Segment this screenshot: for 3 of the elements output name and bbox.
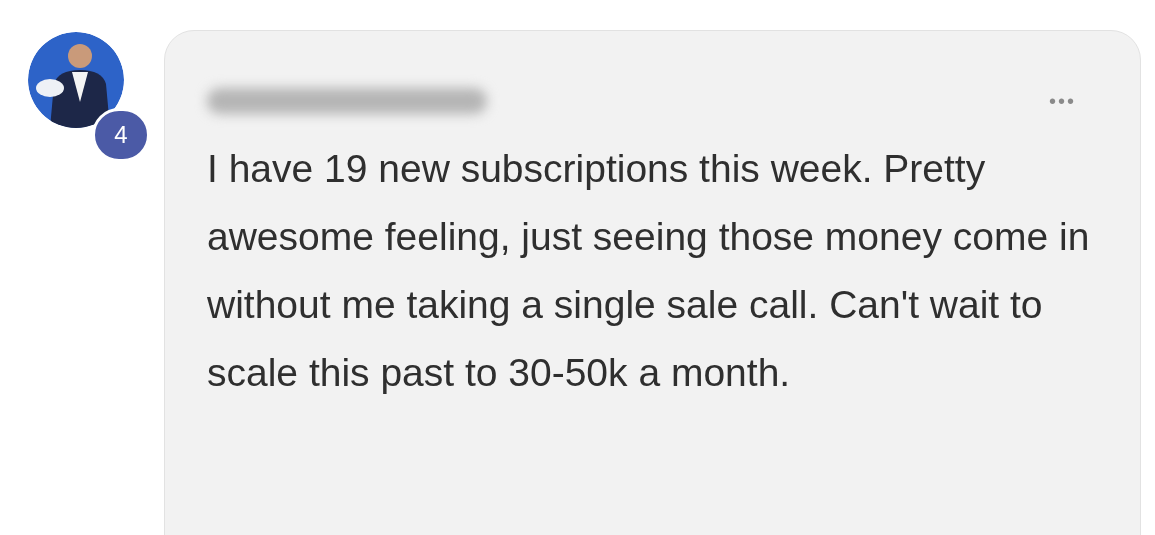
more-options-button[interactable]: ••• <box>1049 86 1076 116</box>
notification-badge: 4 <box>92 108 150 162</box>
comment-text: I have 19 new subscriptions this week. Pretty awesome feeling, just seeing those money come in without me taking a single sale call. Can't wait to scale this past to 30-50k a month. <box>207 146 1091 396</box>
